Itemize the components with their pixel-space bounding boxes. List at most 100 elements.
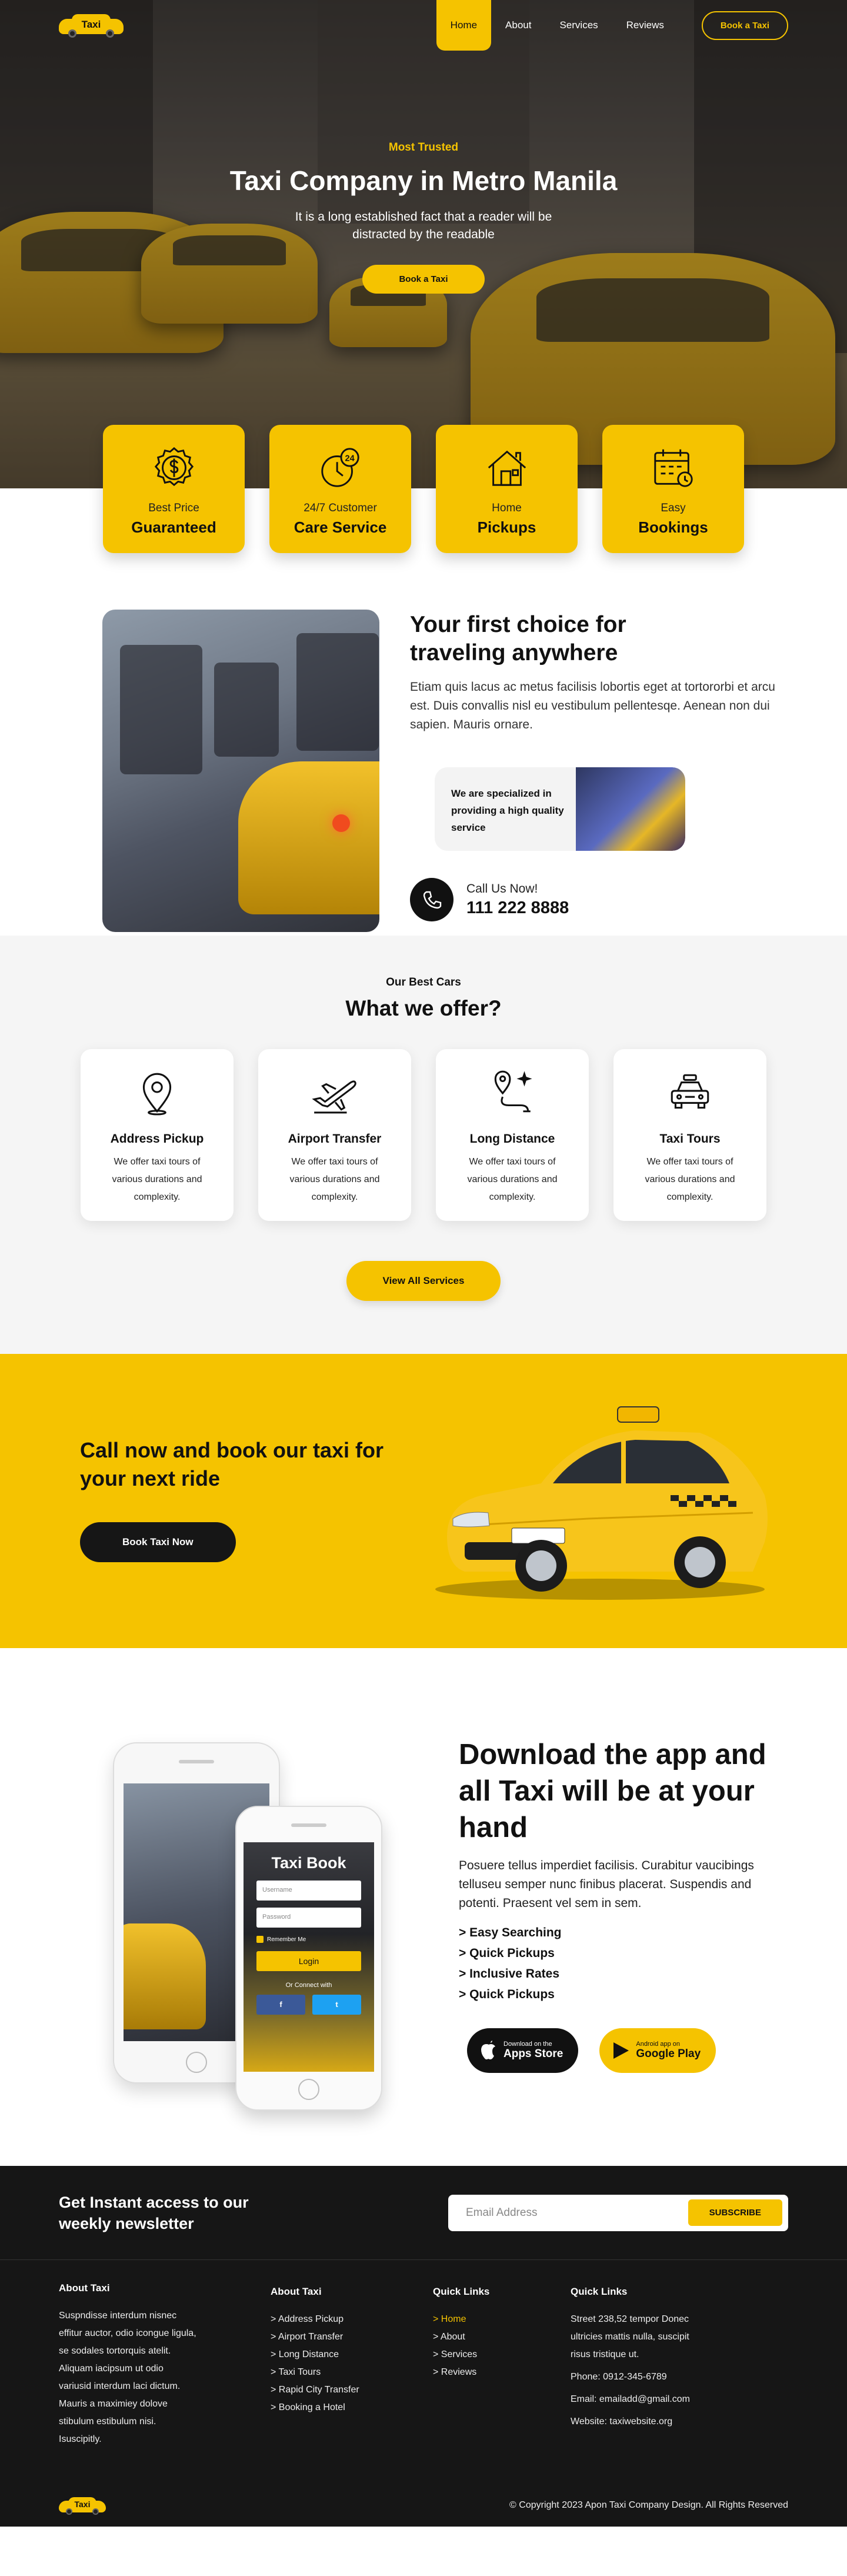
feature-line2: Bookings: [638, 518, 708, 536]
about-paragraph: Etiam quis lacus ac metus facilisis lobo…: [410, 680, 775, 731]
book-taxi-now-button[interactable]: Book Taxi Now: [80, 1522, 236, 1562]
service-card-taxi-tours[interactable]: Taxi Tours We offer taxi tours of variou…: [613, 1049, 766, 1221]
footer-quick-links: Quick Links > Home > About > Services > …: [433, 2282, 571, 2448]
footer-logo[interactable]: Taxi: [59, 2495, 106, 2516]
taxi-icon: [671, 1074, 709, 1109]
feature-card-home-pickups: Home Pickups: [436, 425, 578, 553]
apple-icon: [481, 2041, 495, 2059]
call-us[interactable]: Call Us Now! 111 222 8888: [410, 878, 792, 921]
specialized-card: We are specialized in providing a high q…: [435, 767, 685, 851]
about-section: Your first choice for traveling anywhere…: [0, 553, 847, 936]
service-desc: We offer taxi tours of various durations…: [467, 1157, 558, 1202]
store-line2: Apps Store: [503, 2048, 563, 2060]
footer-phone: Phone: 0912-345-6789: [571, 2372, 667, 2382]
footer-service-link[interactable]: > Long Distance: [271, 2346, 433, 2364]
feature-card-care-service: 24 24/7 Customer Care Service: [269, 425, 411, 553]
service-name: Airport Transfer: [288, 1132, 382, 1146]
phone-number: 111 222 8888: [466, 898, 569, 917]
footer-logo-text: Taxi: [74, 2500, 91, 2509]
nav-services[interactable]: Services: [545, 0, 612, 51]
app-feature-item: > Quick Pickups: [459, 1988, 555, 2001]
footer-about: About Taxi Suspndisse interdum nisnec ef…: [59, 2282, 271, 2448]
services-title: What we offer?: [345, 996, 502, 1020]
service-desc: We offer taxi tours of various durations…: [289, 1157, 380, 1202]
app-login-button: Login: [256, 1951, 361, 1971]
app-remember-me: Remember Me: [256, 1936, 361, 1943]
footer-about-heading: About Taxi: [59, 2282, 110, 2294]
clock-24-icon: 24: [321, 448, 359, 487]
service-card-airport-transfer[interactable]: Airport Transfer We offer taxi tours of …: [258, 1049, 411, 1221]
service-name: Long Distance: [469, 1132, 555, 1146]
footer-email[interactable]: Email: emailadd@gmail.com: [571, 2391, 706, 2408]
footer-link-services[interactable]: > Services: [433, 2346, 571, 2364]
hero-eyebrow: Most Trusted: [388, 141, 459, 154]
copyright: © Copyright 2023 Apon Taxi Company Desig…: [509, 2500, 788, 2510]
footer-service-link[interactable]: > Airport Transfer: [271, 2328, 433, 2346]
footer-service-link[interactable]: > Booking a Hotel: [271, 2399, 433, 2417]
app-store-button[interactable]: Download on the Apps Store: [467, 2028, 579, 2073]
newsletter-email-input[interactable]: Email Address: [466, 2206, 688, 2219]
airplane-icon: [312, 1080, 356, 1114]
service-name: Taxi Tours: [659, 1132, 721, 1146]
footer-services-heading: About Taxi: [271, 2286, 322, 2297]
feature-line2: Pickups: [477, 518, 536, 536]
footer-columns: About Taxi Suspndisse interdum nisnec ef…: [0, 2260, 847, 2448]
app-password-field: Password: [256, 1908, 361, 1928]
hero-subtitle: It is a long established fact that a rea…: [295, 210, 552, 241]
app-paragraph: Posuere tellus imperdiet facilisis. Cura…: [459, 1859, 754, 1910]
app-remember-label: Remember Me: [267, 1936, 306, 1943]
facebook-icon: f: [256, 1995, 305, 2015]
nav-links: Home About Services Reviews Book a Taxi: [436, 0, 788, 51]
store-line2: Google Play: [636, 2048, 701, 2060]
feature-line1: 24/7 Customer: [304, 502, 377, 514]
footer-link-about[interactable]: > About: [433, 2328, 571, 2346]
yellow-taxi-image: [435, 1406, 768, 1600]
service-desc: We offer taxi tours of various durations…: [645, 1157, 735, 1202]
store-buttons: Download on the Apps Store Android app o…: [467, 2028, 794, 2073]
hero-section: Taxi Home About Services Reviews Book a …: [0, 0, 847, 488]
subscribe-button[interactable]: SUBSCRIBE: [688, 2199, 782, 2226]
app-feature-item: > Quick Pickups: [459, 1946, 555, 1960]
footer-link-home[interactable]: > Home: [433, 2311, 571, 2328]
nav-book-taxi-button[interactable]: Book a Taxi: [701, 11, 788, 40]
footer-services: About Taxi > Address Pickup > Airport Tr…: [271, 2282, 433, 2448]
view-all-services-button[interactable]: View All Services: [346, 1261, 501, 1301]
feature-line2: Care Service: [294, 518, 387, 536]
location-pin-icon: [142, 1073, 172, 1116]
twitter-icon: t: [312, 1995, 361, 2015]
footer-link-reviews[interactable]: > Reviews: [433, 2364, 571, 2381]
nav-home[interactable]: Home: [436, 0, 492, 51]
top-nav: Taxi Home About Services Reviews Book a …: [0, 0, 847, 51]
app-title: Download the app and all Taxi will be at…: [459, 1739, 766, 1843]
logo[interactable]: Taxi: [59, 12, 124, 39]
footer-bottom: Taxi © Copyright 2023 Apon Taxi Company …: [59, 2492, 788, 2518]
footer-service-link[interactable]: > Address Pickup: [271, 2311, 433, 2328]
nav-reviews[interactable]: Reviews: [612, 0, 678, 51]
hero-book-taxi-button[interactable]: Book a Taxi: [362, 265, 485, 294]
calendar-icon: [653, 449, 693, 487]
footer-links-heading: Quick Links: [433, 2286, 490, 2297]
feature-line2: Guaranteed: [131, 518, 216, 536]
footer-website[interactable]: Website: taxiwebsite.org: [571, 2413, 706, 2431]
service-card-long-distance[interactable]: Long Distance We offer taxi tours of var…: [436, 1049, 589, 1221]
cta-title: Call now and book our taxi for your next…: [80, 1438, 384, 1490]
dollar-badge-icon: [154, 447, 194, 487]
footer-address: Street 238,52 tempor Donec ultricies mat…: [571, 2314, 689, 2359]
app-username-field: Username: [256, 1881, 361, 1901]
play-icon: [613, 2042, 629, 2059]
feature-line1: Home: [492, 502, 522, 514]
footer-service-link[interactable]: > Rapid City Transfer: [271, 2381, 433, 2399]
newsletter: Get Instant access to our weekly newslet…: [0, 2166, 847, 2260]
specialized-text: We are specialized in providing a high q…: [451, 788, 564, 833]
hero-content: Most Trusted Taxi Company in Metro Manil…: [0, 141, 847, 294]
service-card-address-pickup[interactable]: Address Pickup We offer taxi tours of va…: [81, 1049, 234, 1221]
nav-about[interactable]: About: [491, 0, 545, 51]
google-play-button[interactable]: Android app on Google Play: [599, 2028, 716, 2073]
app-or-connect: Or Connect with: [285, 1982, 332, 1989]
about-text: Your first choice for traveling anywhere…: [410, 610, 792, 936]
checkbox-icon: [256, 1936, 264, 1943]
footer-service-link[interactable]: > Taxi Tours: [271, 2364, 433, 2381]
store-line1: Download on the: [503, 2041, 552, 2048]
services-eyebrow: Our Best Cars: [386, 976, 461, 989]
call-label: Call Us Now!: [466, 881, 538, 896]
